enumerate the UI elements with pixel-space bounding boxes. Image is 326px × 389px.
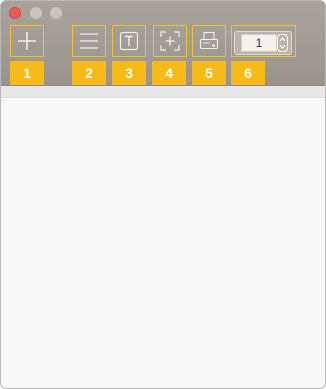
toolbar: 1 1 2 3 4 5 6	[1, 1, 325, 86]
badge-5: 5	[192, 61, 226, 85]
add-button[interactable]	[10, 25, 44, 57]
app-window: 1 1 2 3 4 5 6	[0, 0, 326, 389]
add-selection-icon	[160, 31, 180, 51]
close-button[interactable]	[9, 7, 21, 19]
text-button[interactable]	[112, 25, 146, 57]
up-down-arrows-icon	[279, 37, 286, 49]
badge-1: 1	[10, 61, 44, 85]
plus-icon	[18, 32, 36, 50]
header-strip	[1, 86, 325, 98]
text-icon	[119, 31, 139, 51]
badge-6: 6	[231, 61, 265, 85]
page-stepper[interactable]: 1	[234, 31, 292, 55]
stepper-value-field[interactable]: 1	[241, 34, 277, 52]
minimize-button[interactable]	[30, 7, 42, 19]
printer-icon	[199, 31, 219, 50]
list-icon	[80, 33, 98, 49]
add-selection-button[interactable]	[153, 25, 187, 57]
badge-2: 2	[72, 61, 106, 85]
print-button[interactable]	[192, 25, 226, 57]
zoom-button[interactable]	[50, 7, 62, 19]
badge-3: 3	[112, 61, 146, 85]
stepper-arrows[interactable]	[277, 34, 288, 52]
list-button[interactable]	[72, 25, 106, 57]
badge-4: 4	[152, 61, 186, 85]
content-area	[1, 98, 325, 388]
